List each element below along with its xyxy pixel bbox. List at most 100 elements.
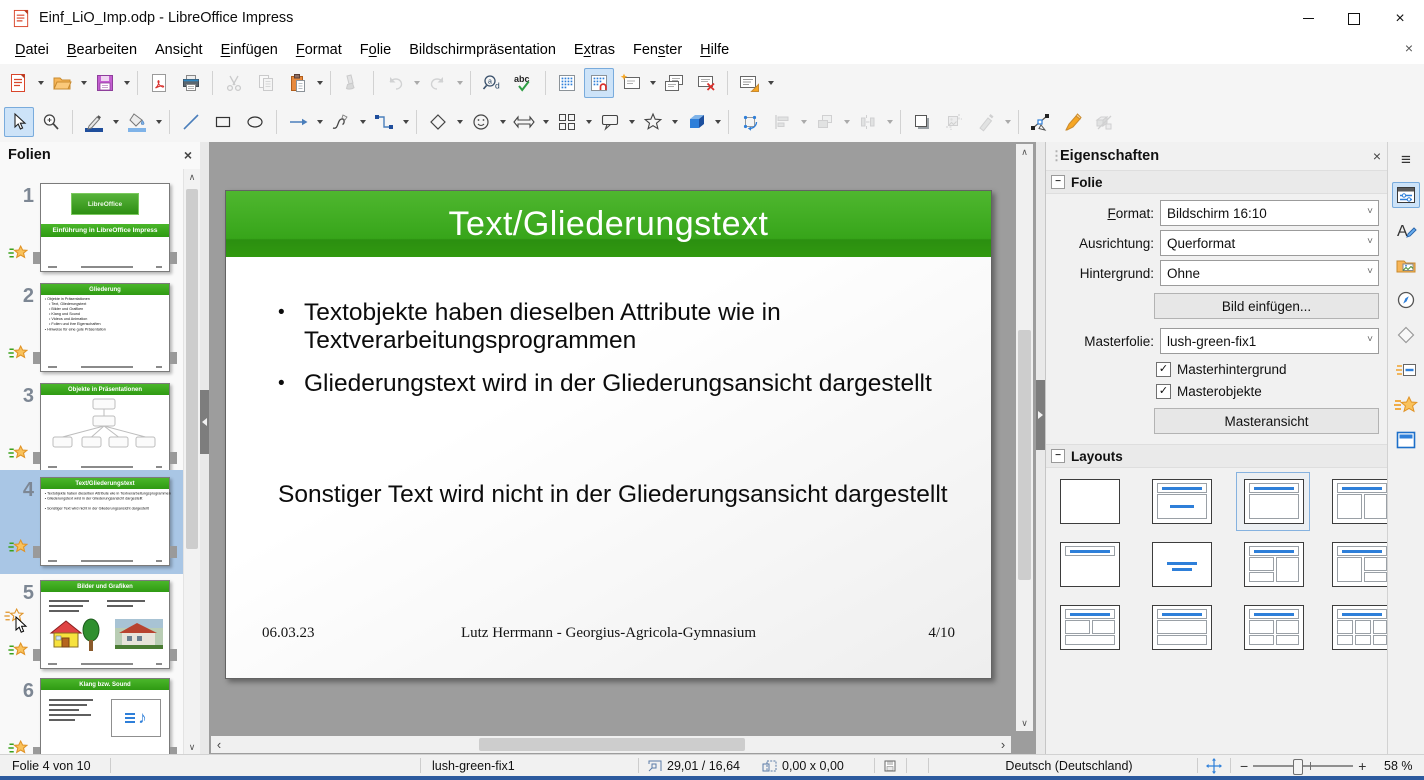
slide-properties-button[interactable]	[734, 68, 764, 98]
zoom-in-icon[interactable]: +	[1358, 758, 1366, 774]
checkbox-checked-icon[interactable]	[1156, 384, 1171, 399]
select-button[interactable]	[4, 107, 34, 137]
slide-content-textbox[interactable]: •Textobjekte haben dieselben Attribute w…	[278, 299, 932, 413]
scroll-up-icon[interactable]: ∧	[1016, 144, 1033, 160]
export-pdf-button[interactable]	[144, 68, 174, 98]
open-dropdown-icon[interactable]	[81, 81, 87, 85]
ellipse-button[interactable]	[240, 107, 270, 137]
slide-properties-dropdown-icon[interactable]	[768, 81, 774, 85]
layout-six-content[interactable]	[1332, 605, 1392, 650]
connectors-button[interactable]	[369, 107, 399, 137]
master-slide-select[interactable]: lush-green-fix1˅	[1160, 328, 1379, 354]
sidebar-menu-icon[interactable]: ≡	[1392, 147, 1420, 173]
document-modified-indicator[interactable]	[884, 755, 896, 776]
slide-thumbnail-3[interactable]: 3 Objekte in Präsentationen	[0, 383, 184, 477]
symbol-shapes-button[interactable]	[466, 107, 496, 137]
menu-hilfe[interactable]: Hilfe	[691, 39, 738, 61]
layout-title-two-rows[interactable]	[1152, 605, 1212, 650]
slide-plain-textbox[interactable]: Sonstiger Text wird nicht in der Glieder…	[278, 481, 948, 509]
layout-title-1left-2right[interactable]	[1332, 542, 1392, 587]
tab-styles[interactable]: A	[1392, 217, 1420, 243]
curves-polygons-button[interactable]	[326, 107, 356, 137]
sidebar-close-icon[interactable]: ×	[1373, 148, 1381, 164]
scroll-up-icon[interactable]: ∧	[184, 169, 200, 185]
open-button[interactable]	[47, 68, 77, 98]
zoom-level[interactable]: 58 %	[1384, 755, 1413, 776]
chevron-down-icon[interactable]: ˅	[1367, 236, 1373, 247]
tab-master-slides[interactable]	[1392, 427, 1420, 453]
scrollbar-thumb[interactable]	[186, 189, 198, 549]
object-size-status[interactable]: 0,00 x 0,00	[762, 755, 844, 776]
slide-transition-star-icon[interactable]	[8, 539, 28, 555]
gluepoints-button[interactable]	[1057, 107, 1087, 137]
chevron-down-icon[interactable]: ˅	[1367, 206, 1373, 217]
new-slide-button[interactable]	[616, 68, 646, 98]
symbol-shapes-dropdown-icon[interactable]	[500, 120, 506, 124]
paste-dropdown-icon[interactable]	[317, 81, 323, 85]
scroll-down-icon[interactable]: ∨	[184, 739, 200, 755]
orientation-select[interactable]: Querformat˅	[1160, 230, 1379, 256]
layout-title-only[interactable]	[1060, 542, 1120, 587]
save-dropdown-icon[interactable]	[124, 81, 130, 85]
layout-centered-text[interactable]	[1152, 542, 1212, 587]
chevron-down-icon[interactable]: ˅	[1367, 334, 1373, 345]
scroll-down-icon[interactable]: ∨	[1016, 715, 1033, 731]
shadow-button[interactable]	[907, 107, 937, 137]
slide-transition-star-icon[interactable]	[8, 245, 28, 261]
slide-title[interactable]: Text/Gliederungstext	[226, 191, 991, 257]
scrollbar-thumb[interactable]	[479, 738, 745, 751]
arrange-button[interactable]	[810, 107, 840, 137]
fill-color-button[interactable]	[122, 107, 152, 137]
layout-title-two-content[interactable]	[1332, 479, 1392, 524]
stars-dropdown-icon[interactable]	[672, 120, 678, 124]
slides-panel-scrollbar[interactable]: ∧ ∨	[183, 169, 200, 755]
slide-thumbnail-2[interactable]: 2 Gliederung Objekte in Präsentationen T…	[0, 283, 184, 377]
slide-transition-star-icon[interactable]	[8, 445, 28, 461]
slide-page[interactable]: Text/Gliederungstext •Textobjekte haben …	[225, 190, 992, 679]
new-document-button[interactable]	[4, 68, 34, 98]
undo-dropdown-icon[interactable]	[414, 81, 420, 85]
master-objects-checkbox[interactable]: Masterobjekte	[1156, 382, 1262, 400]
basic-shapes-button[interactable]	[423, 107, 453, 137]
slide-thumbnail-1[interactable]: 1 LibreOffice Einführung in LibreOffice …	[0, 183, 184, 277]
layout-title-2left-1right[interactable]	[1244, 542, 1304, 587]
maximize-button[interactable]	[1331, 1, 1377, 36]
tab-gallery[interactable]	[1392, 252, 1420, 278]
language-status[interactable]: Deutsch (Deutschland)	[990, 755, 1148, 776]
flowchart-button[interactable]	[552, 107, 582, 137]
checkbox-checked-icon[interactable]	[1156, 362, 1171, 377]
collapse-icon[interactable]	[1051, 449, 1065, 463]
copy-button[interactable]	[251, 68, 281, 98]
image-filter-button[interactable]	[971, 107, 1001, 137]
delete-slide-button[interactable]	[691, 68, 721, 98]
3d-objects-button[interactable]	[681, 107, 711, 137]
cut-button[interactable]	[219, 68, 249, 98]
menu-bildschirmpraesentation[interactable]: Bildschirmpräsentation	[400, 39, 565, 61]
menu-bearbeiten[interactable]: Bearbeiten	[58, 39, 146, 61]
block-arrows-dropdown-icon[interactable]	[543, 120, 549, 124]
line-color-button[interactable]	[79, 107, 109, 137]
collapse-icon[interactable]	[1051, 175, 1065, 189]
insert-line-button[interactable]	[176, 107, 206, 137]
layout-title-2top-1bottom[interactable]	[1060, 605, 1120, 650]
find-replace-button[interactable]: ad	[477, 68, 507, 98]
menu-einfuegen[interactable]: Einfügen	[212, 39, 287, 61]
line-color-dropdown-icon[interactable]	[113, 120, 119, 124]
undo-button[interactable]	[380, 68, 410, 98]
snap-to-grid-button[interactable]	[584, 68, 614, 98]
rectangle-button[interactable]	[208, 107, 238, 137]
insert-image-button[interactable]: Bild einfügen...	[1154, 293, 1379, 319]
toggle-extrusion-button[interactable]	[1089, 107, 1119, 137]
right-panel-splitter[interactable]	[1036, 142, 1045, 755]
menu-datei[interactable]: Datei	[6, 39, 58, 61]
slide-thumbnail-4-selected[interactable]: 4 Text/Gliederungstext Textobjekte haben…	[0, 477, 184, 571]
edit-points-button[interactable]	[1025, 107, 1055, 137]
zoom-slider[interactable]: − +	[1240, 755, 1366, 776]
slide-transition-star-icon[interactable]	[8, 642, 28, 658]
rotate-button[interactable]	[735, 107, 765, 137]
spelling-button[interactable]: abc	[509, 68, 539, 98]
collapse-right-panel-handle[interactable]	[1036, 380, 1045, 450]
close-button[interactable]: ×	[1377, 1, 1423, 36]
filter-dropdown-icon[interactable]	[1005, 120, 1011, 124]
align-button[interactable]	[767, 107, 797, 137]
